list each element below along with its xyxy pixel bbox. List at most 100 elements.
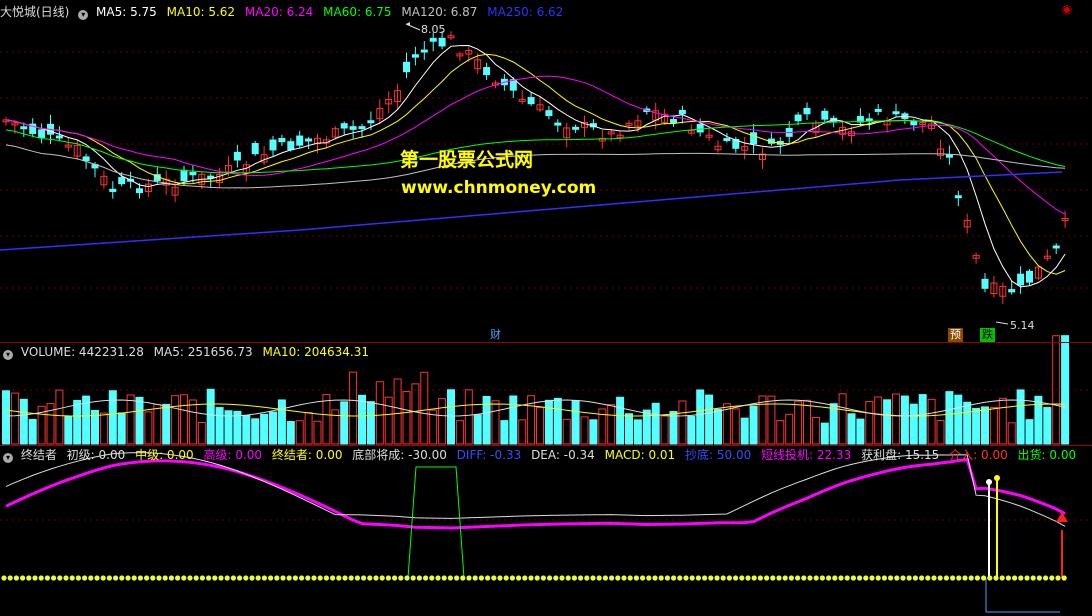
volume-bar[interactable] (580, 416, 589, 445)
candle[interactable] (447, 31, 455, 40)
volume-bar[interactable] (749, 405, 758, 445)
volume-bar[interactable] (2, 390, 10, 445)
volume-bar[interactable] (260, 413, 269, 445)
candle[interactable] (616, 130, 624, 143)
candle[interactable] (945, 145, 953, 165)
volume-bar[interactable] (277, 399, 286, 445)
candle[interactable] (572, 124, 580, 133)
volume-bar[interactable] (936, 420, 945, 445)
volume-bar[interactable] (180, 394, 188, 445)
volume-bar[interactable] (856, 418, 865, 445)
volume-bar[interactable] (153, 403, 162, 445)
candle[interactable] (385, 91, 393, 114)
volume-bar[interactable] (340, 401, 349, 445)
candle[interactable] (233, 144, 241, 168)
candle[interactable] (937, 139, 944, 160)
volume-bar[interactable] (776, 420, 785, 445)
candle[interactable] (830, 115, 838, 128)
volume-bar[interactable] (998, 397, 1007, 445)
candle[interactable] (64, 137, 72, 152)
volume-bar[interactable] (438, 398, 447, 445)
volume-bar[interactable] (705, 394, 714, 445)
candle[interactable] (750, 124, 758, 154)
volume-bar[interactable] (838, 393, 847, 445)
candle[interactable] (403, 52, 410, 79)
volume-bar[interactable] (536, 407, 544, 445)
volume-bar[interactable] (135, 396, 144, 445)
volume-bar[interactable] (1025, 419, 1034, 445)
volume-bar[interactable] (571, 400, 580, 445)
volume-bar[interactable] (1034, 395, 1043, 445)
volume-bar[interactable] (251, 418, 260, 445)
volume-bar[interactable] (892, 393, 900, 445)
volume-bar[interactable] (126, 394, 135, 445)
volume-bar[interactable] (909, 403, 918, 445)
volume-bar[interactable] (963, 401, 972, 445)
volume-bar[interactable] (215, 407, 224, 445)
volume-bar[interactable] (10, 392, 19, 445)
candle[interactable] (990, 276, 998, 298)
volume-bar[interactable] (1016, 389, 1025, 445)
volume-bar[interactable] (304, 412, 313, 445)
volume-bar[interactable] (295, 420, 304, 445)
candle[interactable] (296, 130, 304, 149)
volume-bar[interactable] (678, 400, 687, 445)
volume-bar[interactable] (785, 413, 794, 445)
candle[interactable] (100, 170, 108, 189)
volume-bar[interactable] (420, 371, 429, 445)
volume-bar[interactable] (794, 401, 803, 445)
volume-bar[interactable] (349, 371, 358, 445)
volume-bar[interactable] (73, 399, 82, 445)
candle[interactable] (411, 46, 419, 66)
candle[interactable] (901, 111, 909, 125)
candle[interactable] (759, 147, 766, 169)
candle[interactable] (349, 120, 357, 139)
candle[interactable] (242, 160, 250, 182)
volume-bar[interactable] (518, 419, 527, 445)
volume-bar[interactable] (607, 404, 616, 445)
candle[interactable] (29, 118, 37, 138)
volume-bar[interactable] (366, 401, 375, 445)
candle[interactable] (705, 128, 713, 141)
volume-bar[interactable] (874, 396, 883, 445)
volume-bar[interactable] (767, 395, 776, 445)
candle[interactable] (607, 128, 615, 142)
collapse-icon[interactable]: ▾ (3, 453, 13, 463)
candle[interactable] (144, 178, 152, 198)
candle[interactable] (545, 105, 553, 120)
volume-bar[interactable] (553, 397, 562, 445)
volume-bar[interactable] (447, 389, 455, 445)
volume-bar[interactable] (927, 398, 936, 445)
volume-bar[interactable] (918, 394, 927, 445)
candle[interactable] (1026, 269, 1033, 286)
finance-tag[interactable]: 财 (488, 328, 503, 342)
volume-bar[interactable] (28, 418, 37, 445)
candle[interactable] (269, 135, 277, 156)
volume-bar[interactable] (633, 419, 642, 445)
candle[interactable] (954, 190, 962, 207)
volume-bar[interactable] (865, 401, 874, 445)
volume-bar[interactable] (740, 417, 749, 445)
candle[interactable] (1043, 249, 1051, 262)
volume-bar[interactable] (242, 415, 251, 445)
candle[interactable] (928, 115, 936, 132)
volume-bar[interactable] (642, 409, 651, 445)
candle[interactable] (848, 126, 855, 144)
close-icon[interactable]: ◉ (1060, 2, 1074, 16)
collapse-icon[interactable]: ▾ (78, 10, 89, 20)
candle[interactable] (2, 116, 10, 126)
volume-bar[interactable] (322, 394, 331, 445)
collapse-icon[interactable]: ▾ (3, 350, 13, 360)
candle[interactable] (73, 139, 81, 160)
candle[interactable] (892, 103, 900, 117)
candle[interactable] (483, 62, 491, 80)
volume-bar[interactable] (589, 419, 598, 445)
volume-bar[interactable] (19, 398, 28, 445)
volume-bar[interactable] (847, 413, 856, 445)
candle[interactable] (714, 140, 722, 153)
candle[interactable] (109, 181, 117, 199)
volume-bar[interactable] (687, 415, 696, 445)
forecast-tag[interactable]: 预 (948, 328, 963, 342)
volume-bar[interactable] (411, 383, 420, 445)
volume-bar[interactable] (384, 396, 393, 445)
